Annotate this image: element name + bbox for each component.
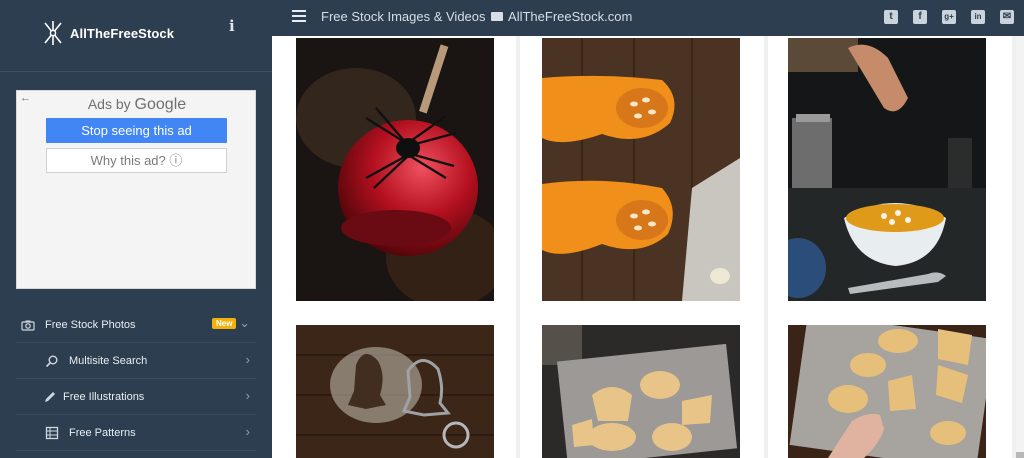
linkedin-icon[interactable]: in (971, 10, 985, 24)
photo-halloween-cookies-tray[interactable] (542, 325, 740, 458)
chevron-right-icon[interactable]: › (246, 388, 250, 403)
pencil-icon (45, 392, 55, 402)
photo-gallery (272, 36, 1016, 458)
sidebar-item-label: Free Illustrations (63, 391, 145, 403)
site-title: Free Stock Images & Videos AllTheFreeSto… (321, 9, 632, 24)
email-icon[interactable]: ✉ (1000, 10, 1014, 24)
ad-panel: ← Ads by Google Stop seeing this ad Why … (16, 90, 256, 289)
chevron-down-icon[interactable]: ⌄ (239, 315, 250, 331)
why-this-ad-button[interactable]: Why this ad? ⓘ (46, 148, 227, 173)
search-icon (45, 355, 58, 368)
sidebar-item-label: Free Patterns (69, 427, 136, 439)
sidebar-item-free-stock-photos[interactable]: Free Stock Photos New ⌄ (16, 307, 256, 343)
facebook-icon[interactable]: f (913, 10, 927, 24)
sidebar-item-label: Free Stock Photos (45, 319, 136, 331)
google-plus-icon[interactable]: g+ (942, 10, 956, 24)
camera-icon (21, 320, 35, 331)
site-title-right: AllTheFreeStock.com (508, 9, 633, 24)
info-icon[interactable]: i (229, 17, 235, 35)
sidebar-item-label: Multisite Search (69, 355, 148, 367)
chevron-right-icon[interactable]: › (246, 424, 250, 439)
photo-flour-ghost-cutter[interactable] (296, 325, 494, 458)
brand-header: AllTheFreeStock i (0, 0, 272, 72)
photo-candy-apple-spider[interactable] (296, 38, 494, 301)
logo-icon[interactable] (42, 19, 64, 47)
photo-pumpkin-soup[interactable] (788, 38, 986, 301)
new-badge: New (212, 318, 237, 329)
hamburger-menu-icon[interactable] (292, 10, 306, 22)
ads-by-text: Ads by (87, 96, 131, 112)
ads-by-google-label: Ads by Google (17, 96, 257, 114)
brand-name[interactable]: AllTheFreeStock (70, 26, 174, 41)
sidebar-item-free-patterns[interactable]: Free Patterns › (16, 415, 256, 451)
top-bar: Free Stock Images & Videos AllTheFreeSto… (272, 0, 1024, 36)
site-title-left: Free Stock Images & Videos (321, 9, 486, 24)
twitter-icon[interactable]: t (884, 10, 898, 24)
sidebar: AllTheFreeStock i ← Ads by Google Stop s… (0, 0, 272, 458)
social-links: t f g+ in ✉ (884, 10, 1014, 26)
stop-seeing-ad-button[interactable]: Stop seeing this ad (46, 118, 227, 143)
chevron-right-icon[interactable]: › (246, 352, 250, 367)
pattern-icon (45, 426, 59, 440)
camera-emoji-icon (491, 12, 504, 21)
photo-hand-cookies[interactable] (788, 325, 986, 458)
vertical-scrollbar[interactable] (1016, 36, 1024, 458)
sidebar-item-multisite-search[interactable]: Multisite Search › (16, 343, 256, 379)
photo-butternut-squash[interactable] (542, 38, 740, 301)
sidebar-item-free-illustrations[interactable]: Free Illustrations › (16, 379, 256, 415)
google-text: Google (134, 96, 187, 113)
scrollbar-thumb[interactable] (1016, 452, 1024, 458)
